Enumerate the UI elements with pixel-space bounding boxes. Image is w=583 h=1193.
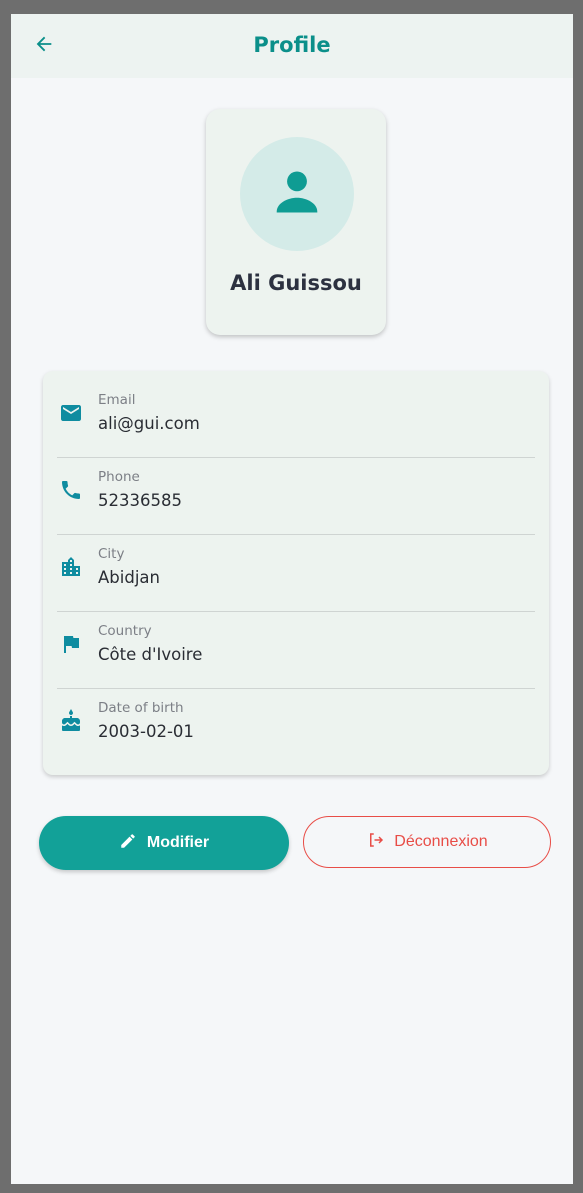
info-card: Email ali@gui.com Phone 52336585 City Ab… bbox=[43, 371, 549, 775]
phone-value: 52336585 bbox=[98, 491, 182, 510]
info-row-email: Email ali@gui.com bbox=[57, 371, 535, 447]
logout-icon bbox=[366, 831, 386, 854]
logout-button[interactable]: Déconnexion bbox=[303, 816, 551, 868]
email-label: Email bbox=[98, 392, 136, 408]
city-label: City bbox=[98, 546, 125, 562]
app-bar: Profile bbox=[11, 14, 573, 78]
avatar bbox=[240, 137, 354, 251]
screen: Profile Ali Guissou Email ali@gui.com Ph… bbox=[11, 14, 573, 1184]
edit-icon bbox=[119, 832, 137, 855]
profile-name: Ali Guissou bbox=[230, 271, 362, 295]
modify-button-label: Modifier bbox=[146, 834, 210, 851]
country-value: Côte d'Ivoire bbox=[98, 645, 203, 664]
flag-icon bbox=[59, 632, 83, 656]
info-row-city: City Abidjan bbox=[57, 525, 535, 601]
email-icon bbox=[59, 401, 83, 425]
info-row-country: Country Côte d'Ivoire bbox=[57, 602, 535, 678]
person-icon bbox=[268, 163, 326, 226]
phone-label: Phone bbox=[98, 469, 140, 485]
city-icon bbox=[59, 555, 83, 579]
city-value: Abidjan bbox=[98, 568, 160, 587]
info-row-phone: Phone 52336585 bbox=[57, 448, 535, 524]
page-title: Profile bbox=[253, 33, 331, 57]
birthdate-value: 2003-02-01 bbox=[98, 722, 194, 741]
cake-icon bbox=[59, 709, 83, 733]
info-row-birthdate: Date of birth 2003-02-01 bbox=[57, 679, 535, 755]
logout-button-label: Déconnexion bbox=[394, 833, 488, 850]
birthdate-label: Date of birth bbox=[98, 700, 184, 716]
modify-button[interactable]: Modifier bbox=[39, 816, 289, 870]
phone-icon bbox=[59, 478, 83, 502]
email-value: ali@gui.com bbox=[98, 414, 200, 433]
profile-card: Ali Guissou bbox=[206, 109, 386, 335]
country-label: Country bbox=[98, 623, 152, 639]
